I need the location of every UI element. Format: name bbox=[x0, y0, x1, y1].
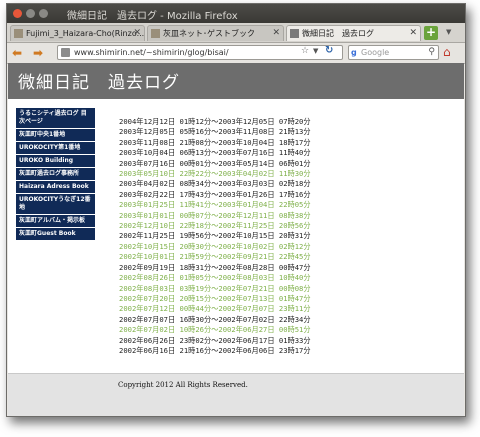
reload-icon[interactable]: ↻ bbox=[325, 45, 333, 56]
tab-bar: Fujimi_3_Haizara-Cho(Rinzo... ✕ 灰皿ネット･ゲス… bbox=[7, 23, 465, 43]
copyright-text: Copyright 2012 All Rights Reserved. bbox=[118, 381, 248, 389]
tab-close-icon[interactable]: ✕ bbox=[133, 28, 141, 38]
navigation-toolbar: ⬅ ➡ www.shimirin.net/~shimirin/glog/bisa… bbox=[7, 43, 465, 64]
maximize-window-icon[interactable] bbox=[39, 9, 48, 18]
menu-link-urokocity-index[interactable]: うるこシティ過去ログ 目次ページ bbox=[16, 108, 95, 128]
tab-guestbook[interactable]: 灰皿ネット･ゲストブック ✕ bbox=[147, 25, 284, 41]
bookmark-star-icon[interactable]: ☆ bbox=[301, 46, 309, 56]
menu-link-address-book[interactable]: Haizara Adress Book bbox=[16, 181, 95, 193]
log-entry-link[interactable]: 2002年07月07日 16時30分～2002年07月02日 22時34分 bbox=[119, 315, 311, 325]
tab-label: 微細日記 過去ログ bbox=[302, 29, 374, 38]
log-entry-link[interactable]: 2003年07月16日 00時01分～2003年05月14日 06時01分 bbox=[119, 159, 311, 169]
log-list: 2004年12月12日 01時12分～2003年12月05日 07時20分 20… bbox=[119, 117, 311, 356]
log-entry-link[interactable]: 2003年05月10日 22時22分～2003年04月02日 11時30分 bbox=[119, 169, 311, 179]
side-menu: うるこシティ過去ログ 目次ページ 灰皿町中央1番地 UROKOCITY第1番地 … bbox=[16, 108, 95, 241]
search-placeholder: Google bbox=[361, 48, 390, 57]
menu-link-haizara-log-office[interactable]: 灰皿町過去ログ事務所 bbox=[16, 168, 95, 180]
log-entry-link[interactable]: 2002年11月25日 19時56分～2002年10月15日 20時31分 bbox=[119, 231, 311, 241]
log-entry-link[interactable]: 2002年08月03日 03時19分～2002年07月21日 00時08分 bbox=[119, 284, 311, 294]
log-entry-link[interactable]: 2003年01月25日 11時41分～2003年01月04日 22時05分 bbox=[119, 200, 311, 210]
log-entry-link[interactable]: 2002年06月26日 23時02分～2002年06月17日 01時33分 bbox=[119, 336, 311, 346]
log-entry-link[interactable]: 2002年10月15日 20時30分～2002年10月02日 02時12分 bbox=[119, 242, 311, 252]
menu-link-guest-book[interactable]: 灰皿町Guest Book bbox=[16, 228, 95, 240]
menu-link-uroko-building[interactable]: UROKO Building bbox=[16, 155, 95, 167]
new-tab-button[interactable]: + bbox=[424, 26, 438, 40]
log-entry-link[interactable]: 2003年01月01日 00時07分～2002年12月11日 08時38分 bbox=[119, 211, 311, 221]
log-entry-link[interactable]: 2002年10月01日 21時59分～2002年09月21日 22時45分 bbox=[119, 252, 311, 262]
page-content: 微細日記 過去ログ うるこシティ過去ログ 目次ページ 灰皿町中央1番地 UROK… bbox=[8, 63, 464, 416]
tab-label: 灰皿ネット･ゲストブック bbox=[163, 29, 255, 38]
tab-close-icon[interactable]: ✕ bbox=[409, 28, 417, 38]
tab-label: Fujimi_3_Haizara-Cho(Rinzo... bbox=[26, 29, 145, 38]
tab-close-icon[interactable]: ✕ bbox=[272, 28, 280, 38]
search-icon[interactable]: ⚲ bbox=[428, 46, 435, 59]
url-history-icon[interactable]: ▼ bbox=[313, 47, 318, 55]
menu-link-urokocity-unagi[interactable]: UROKOCITYうなぎ12番地 bbox=[16, 194, 95, 214]
log-entry-link[interactable]: 2003年10月04日 06時13分～2003年07月16日 11時40分 bbox=[119, 148, 311, 158]
log-entry-link[interactable]: 2002年06月16日 21時16分～2002年06月06日 23時17分 bbox=[119, 346, 311, 356]
close-window-icon[interactable] bbox=[13, 9, 22, 18]
log-entry-link[interactable]: 2003年12月05日 05時16分～2003年11月08日 21時13分 bbox=[119, 127, 311, 137]
log-entry-link[interactable]: 2004年12月12日 01時12分～2003年12月05日 07時20分 bbox=[119, 117, 311, 127]
window-title: 微細日記 過去ログ - Mozilla Firefox bbox=[67, 11, 238, 22]
tab-list-icon[interactable]: ▼ bbox=[446, 28, 451, 36]
log-entry-link[interactable]: 2002年07月12日 00時44分～2002年07月07日 23時11分 bbox=[119, 304, 311, 314]
url-text: www.shimirin.net/~shimirin/glog/bisai/ bbox=[74, 48, 229, 57]
title-bar: 微細日記 過去ログ - Mozilla Firefox bbox=[7, 4, 465, 23]
favicon-icon bbox=[151, 29, 160, 38]
log-entry-link[interactable]: 2002年12月10日 22時18分～2002年11月25日 20時56分 bbox=[119, 221, 311, 231]
log-entry-link[interactable]: 2003年04月02日 08時34分～2003年03月03日 02時18分 bbox=[119, 179, 311, 189]
menu-link-haizara-center[interactable]: 灰皿町中央1番地 bbox=[16, 129, 95, 141]
tab-bisai-log[interactable]: 微細日記 過去ログ ✕ bbox=[286, 25, 421, 41]
log-entry-link[interactable]: 2002年07月20日 20時15分～2002年07月13日 01時47分 bbox=[119, 294, 311, 304]
menu-link-urokocity-1[interactable]: UROKOCITY第1番地 bbox=[16, 142, 95, 154]
log-entry-link[interactable]: 2003年11月08日 21時08分～2003年10月04日 18時17分 bbox=[119, 138, 311, 148]
back-arrow-icon[interactable]: ⬅ bbox=[12, 46, 22, 60]
search-input[interactable]: g Google ⚲ bbox=[348, 45, 439, 60]
minimize-window-icon[interactable] bbox=[26, 9, 35, 18]
page-title: 微細日記 過去ログ bbox=[18, 73, 180, 93]
favicon-icon bbox=[14, 29, 23, 38]
site-identity-icon[interactable] bbox=[61, 48, 70, 57]
tab-fujimi[interactable]: Fujimi_3_Haizara-Cho(Rinzo... ✕ bbox=[10, 25, 145, 41]
log-entry-link[interactable]: 2002年09月19日 18時31分～2002年08月28日 00時47分 bbox=[119, 263, 311, 273]
browser-window: 微細日記 過去ログ - Mozilla Firefox Fujimi_3_Hai… bbox=[6, 3, 466, 417]
favicon-icon bbox=[290, 29, 299, 38]
page-footer: Copyright 2012 All Rights Reserved. bbox=[8, 373, 464, 416]
site-header: 微細日記 過去ログ bbox=[8, 63, 464, 99]
menu-link-album-board[interactable]: 灰皿町アルバム・掲示板 bbox=[16, 215, 95, 227]
forward-arrow-icon[interactable]: ➡ bbox=[33, 46, 43, 60]
log-entry-link[interactable]: 2003年02月22日 17時43分～2003年01月26日 17時16分 bbox=[119, 190, 311, 200]
home-icon[interactable]: ⌂ bbox=[443, 45, 451, 59]
google-engine-icon[interactable]: g bbox=[351, 48, 357, 57]
log-entry-link[interactable]: 2002年08月26日 01時05分～2002年08月03日 10時40分 bbox=[119, 273, 311, 283]
log-entry-link[interactable]: 2002年07月02日 10時26分～2002年06月27日 00時51分 bbox=[119, 325, 311, 335]
